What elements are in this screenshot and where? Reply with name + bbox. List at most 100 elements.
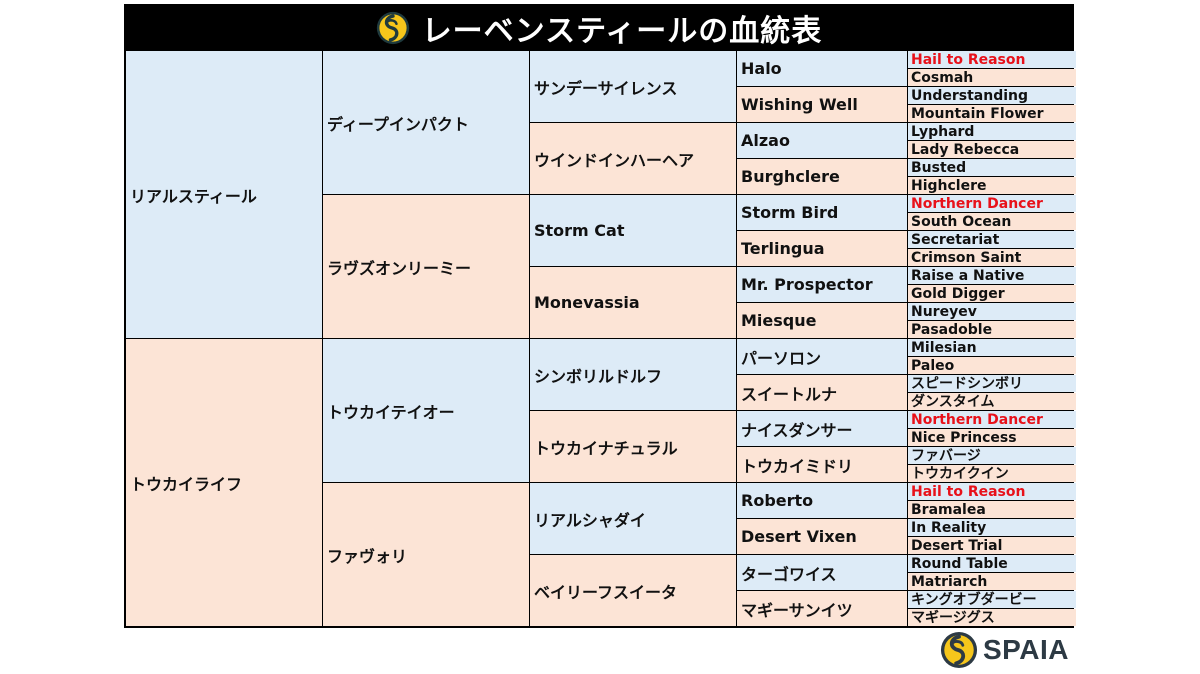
horse-name: Desert Vixen — [741, 527, 857, 546]
horse-name: サンデーサイレンス — [534, 78, 678, 98]
horse-name: Gold Digger — [911, 285, 1005, 302]
pedigree-cell-gen2-sire: トウカイテイオー — [323, 339, 529, 482]
horse-name: ディープインパクト — [327, 114, 469, 134]
pedigree-cell-gen5-sire: Busted — [908, 159, 1076, 176]
footer-brand: SPAIA — [940, 631, 1069, 669]
horse-name: Mountain Flower — [911, 105, 1044, 122]
pedigree-cell-gen3-dam: ベイリーフスイータ — [530, 555, 736, 626]
horse-name: パーソロン — [741, 348, 822, 368]
pedigree-cell-gen4-sire: Roberto — [737, 483, 907, 518]
pedigree-cell-gen3-sire: サンデーサイレンス — [530, 51, 736, 122]
pedigree-cell-gen4-dam: Terlingua — [737, 231, 907, 266]
pedigree-cell-gen4-dam: Desert Vixen — [737, 519, 907, 554]
pedigree-cell-gen5-sire: Raise a Native — [908, 267, 1076, 284]
pedigree-cell-gen4-sire: Mr. Prospector — [737, 267, 907, 302]
pedigree-cell-gen2-dam: ラヴズオンリーミー — [323, 195, 529, 338]
pedigree-cell-gen5-dam: Desert Trial — [908, 537, 1076, 554]
horse-name: Roberto — [741, 491, 814, 510]
horse-name: In Reality — [911, 519, 987, 536]
horse-name: Monevassia — [534, 293, 640, 312]
horse-name: Understanding — [911, 87, 1029, 104]
pedigree-cell-gen5-sire: ファバージ — [908, 447, 1076, 464]
horse-name: トウカイナチュラル — [534, 438, 678, 458]
horse-name: Busted — [911, 159, 967, 176]
pedigree-cell-gen3-sire: Storm Cat — [530, 195, 736, 266]
pedigree-cell-gen5-dam: Mountain Flower — [908, 105, 1076, 122]
pedigree-cell-gen5-dam: Nice Princess — [908, 429, 1076, 446]
pedigree-cell-gen5-sire: Nureyev — [908, 303, 1076, 320]
horse-name: Crimson Saint — [911, 249, 1022, 266]
pedigree-cell-gen5-sire: Round Table — [908, 555, 1076, 572]
pedigree-cell-gen1-dam: トウカイライフ — [126, 339, 322, 626]
pedigree-cell-gen5-dam: Matriarch — [908, 573, 1076, 590]
pedigree-cell-gen5-sire: Lyphard — [908, 123, 1076, 140]
pedigree-cell-gen5-dam: Pasadoble — [908, 321, 1076, 338]
pedigree-cell-gen5-sire: Milesian — [908, 339, 1076, 356]
horse-name: トウカイクイン — [911, 465, 1009, 482]
pedigree-cell-gen3-dam: ウインドインハーヘア — [530, 123, 736, 194]
pedigree-cell-gen1-sire: リアルスティール — [126, 51, 322, 338]
horse-name: トウカイライフ — [130, 474, 243, 494]
horse-name: Storm Cat — [534, 221, 625, 240]
horse-name: Raise a Native — [911, 267, 1025, 284]
horse-name: Halo — [741, 59, 782, 78]
horse-name: South Ocean — [911, 213, 1012, 230]
horse-name: Secretariat — [911, 231, 1000, 248]
pedigree-frame: レーベンスティールの血統表 リアルスティール トウカイライフ ディープインパクト ラヴ… — [124, 4, 1076, 628]
pedigree-cell-gen2-dam: ファヴォリ — [323, 483, 529, 626]
horse-name: Wishing Well — [741, 95, 858, 114]
pedigree-cell-gen5-dam: マギージグス — [908, 609, 1076, 626]
pedigree-cell-gen5-sire: Understanding — [908, 87, 1076, 104]
pedigree-cell-gen3-sire: リアルシャダイ — [530, 483, 736, 554]
horse-name: ベイリーフスイータ — [534, 582, 678, 602]
spaia-logo-icon — [376, 11, 409, 44]
pedigree-cell-gen4-dam: スイートルナ — [737, 375, 907, 410]
horse-name: ウインドインハーヘア — [534, 150, 695, 170]
pedigree-cell-gen5-sire: In Reality — [908, 519, 1076, 536]
pedigree-table: リアルスティールトウカイライフ ディープインパクト ラヴズオンリーミートウカイテイオ… — [126, 51, 1076, 626]
horse-name: マギージグス — [911, 609, 995, 626]
horse-name: Cosmah — [911, 69, 974, 86]
horse-name: Milesian — [911, 339, 977, 356]
horse-name: スピードシンボリ — [911, 375, 1023, 392]
pedigree-cell-gen5-dam: トウカイクイン — [908, 465, 1076, 482]
pedigree-cell-gen5-dam: Paleo — [908, 357, 1076, 374]
pedigree-cell-gen5-dam: Gold Digger — [908, 285, 1076, 302]
pedigree-cell-gen4-sire: パーソロン — [737, 339, 907, 374]
pedigree-cell-gen5-dam: ダンスタイム — [908, 393, 1076, 410]
pedigree-cell-gen5-dam: Cosmah — [908, 69, 1076, 86]
horse-name: ターゴワイス — [741, 564, 837, 584]
pedigree-cell-gen4-sire: Alzao — [737, 123, 907, 158]
horse-name: キングオブダービー — [911, 591, 1037, 608]
pedigree-cell-gen5-dam: Crimson Saint — [908, 249, 1076, 266]
horse-name: スイートルナ — [741, 384, 838, 404]
pedigree-cell-gen5-sire: Secretariat — [908, 231, 1076, 248]
horse-name: Northern Dancer — [911, 195, 1043, 212]
brand-name: SPAIA — [983, 634, 1069, 665]
horse-name: ラヴズオンリーミー — [327, 258, 472, 278]
horse-name: ファヴォリ — [327, 546, 408, 566]
horse-name: マギーサンイツ — [741, 600, 853, 620]
horse-name: Highclere — [911, 177, 987, 194]
horse-name: Mr. Prospector — [741, 275, 873, 294]
pedigree-cell-gen3-dam: Monevassia — [530, 267, 736, 338]
horse-name: Miesque — [741, 311, 817, 330]
spaia-logo-icon — [940, 631, 978, 669]
horse-name: Lady Rebecca — [911, 141, 1020, 158]
horse-name: Matriarch — [911, 573, 988, 590]
pedigree-cell-gen5-sire: スピードシンボリ — [908, 375, 1076, 392]
horse-name: Nice Princess — [911, 429, 1017, 446]
horse-name: Pasadoble — [911, 321, 993, 338]
pedigree-cell-gen5-sire: Hail to Reason — [908, 483, 1076, 500]
horse-name: Lyphard — [911, 123, 975, 140]
horse-name: Alzao — [741, 131, 790, 150]
horse-name: リアルシャダイ — [534, 510, 646, 530]
pedigree-cell-gen4-sire: Storm Bird — [737, 195, 907, 230]
horse-name: Desert Trial — [911, 537, 1003, 554]
horse-name: シンボリルドルフ — [534, 366, 663, 386]
pedigree-cell-gen4-sire: ターゴワイス — [737, 555, 907, 590]
pedigree-cell-gen5-sire: キングオブダービー — [908, 591, 1076, 608]
horse-name: Nureyev — [911, 303, 977, 320]
pedigree-cell-gen5-dam: Bramalea — [908, 501, 1076, 518]
horse-name: Hail to Reason — [911, 483, 1026, 500]
